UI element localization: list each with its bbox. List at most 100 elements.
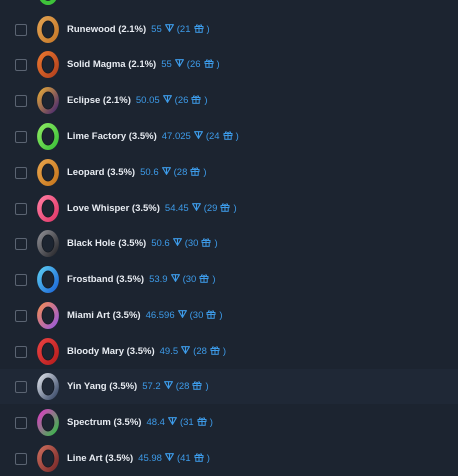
list-item[interactable]: Line Art (3.5%) 45.98(41) [0, 441, 458, 476]
list-item[interactable]: Black Hole (3.5%) 50.6(30) [0, 226, 458, 261]
item-name: Solid Magma (2.1%) [67, 59, 157, 70]
list-item[interactable]: Frostband (3.5%) 53.9(30) [0, 262, 458, 297]
gift-icon [210, 345, 220, 358]
ton-diamond-icon [167, 417, 177, 428]
gift-icon [191, 94, 201, 107]
item-text: Runewood (2.1%) 55(21) [67, 23, 210, 36]
list-item[interactable]: Miami Art (3.5%) 46.596(30) [0, 298, 458, 333]
item-name: Runewood (2.1%) [67, 24, 147, 35]
item-price: 49.5 [159, 346, 179, 357]
item-name: Yin Yang (3.5%) [67, 381, 138, 392]
item-name: Miami Art (3.5%) [67, 310, 141, 321]
list-item[interactable]: Runewood (2.1%) 55(21) [0, 12, 458, 47]
select-checkbox[interactable] [15, 23, 27, 36]
paren-close: ) [203, 167, 207, 178]
select-checkbox[interactable] [15, 452, 27, 465]
select-checkbox[interactable] [15, 130, 27, 143]
list-item[interactable]: Leopard (3.5%) 50.6(28) [0, 155, 458, 190]
item-price: 55 [161, 59, 172, 70]
item-price: 50.05 [135, 95, 160, 106]
select-checkbox[interactable] [15, 345, 27, 358]
paren-close: ) [206, 24, 210, 35]
ton-diamond-icon [193, 131, 203, 142]
list-item[interactable]: Eclipse (2.1%) 50.05(26) [0, 83, 458, 118]
ton-diamond-icon [177, 310, 187, 321]
item-count: 30 [192, 310, 204, 321]
item-count: 28 [196, 346, 207, 357]
ton-diamond-icon [174, 59, 184, 70]
item-count: 28 [178, 381, 190, 392]
select-checkbox[interactable] [15, 416, 27, 429]
item-name: Eclipse (2.1%) [67, 95, 131, 106]
item-name: Line Art (3.5%) [67, 453, 134, 464]
ring-icon [37, 266, 59, 293]
ring-icon [37, 195, 59, 222]
list-item[interactable]: Spectrum (3.5%) 48.4(31) [0, 405, 458, 440]
ring-icon [37, 409, 59, 436]
list-item[interactable]: Yin Yang (3.5%) 57.2(28) [0, 369, 458, 404]
item-name: Black Hole (3.5%) [67, 238, 147, 249]
select-checkbox[interactable] [15, 166, 27, 179]
ring-icon [37, 230, 59, 257]
select-checkbox[interactable] [15, 273, 27, 286]
gift-icon [194, 23, 204, 36]
select-checkbox[interactable] [15, 202, 27, 215]
gift-icon [206, 309, 216, 322]
ton-diamond-icon [191, 203, 201, 214]
select-checkbox[interactable] [15, 237, 27, 250]
list-item[interactable]: Bloody Mary (3.5%) 49.5(28) [0, 334, 458, 369]
list-item[interactable]: Lime Factory (3.5%) 47.025(24) [0, 119, 458, 154]
item-name: Frostband (3.5%) [67, 274, 145, 285]
item-text: Frostband (3.5%) 53.9(30) [67, 273, 215, 286]
item-text: Spectrum (3.5%) 48.4(31) [67, 416, 213, 429]
item-price: 57.2 [142, 381, 161, 392]
gift-icon [194, 452, 204, 465]
ton-diamond-icon [165, 453, 174, 464]
paren-close: ) [235, 131, 239, 142]
item-price: 53.9 [149, 274, 168, 285]
ton-diamond-icon [172, 238, 182, 249]
item-count: 28 [176, 167, 188, 178]
select-checkbox[interactable] [15, 94, 27, 107]
item-price: 50.6 [140, 167, 159, 178]
item-text: Solid Magma (2.1%) 55(26) [67, 58, 220, 71]
list-item[interactable]: Love Whisper (3.5%) 54.45(29) [0, 191, 458, 226]
select-checkbox[interactable] [15, 309, 27, 322]
gift-icon [204, 58, 214, 71]
ring-icon [37, 338, 59, 365]
select-checkbox[interactable] [15, 58, 27, 71]
ton-diamond-icon [162, 95, 172, 106]
paren-close: ) [222, 346, 227, 357]
ton-diamond-icon [170, 274, 180, 285]
list-item[interactable]: Solid Magma (2.1%) 55(26) [0, 47, 458, 82]
ton-diamond-icon [161, 167, 171, 178]
select-checkbox[interactable] [15, 380, 27, 393]
gift-icon [197, 416, 207, 429]
paren-close: ) [206, 453, 210, 464]
gift-icon [192, 380, 202, 393]
ring-icon [37, 445, 59, 472]
paren-close: ) [219, 310, 223, 321]
item-name: Leopard (3.5%) [67, 167, 136, 178]
ring-icon [37, 373, 59, 400]
item-price: 55 [151, 24, 162, 35]
item-text: Lime Factory (3.5%) 47.025(24) [67, 130, 239, 143]
item-text: Bloody Mary (3.5%) 49.5(28) [67, 345, 226, 358]
ring-icon [37, 123, 59, 150]
item-text: Leopard (3.5%) 50.6(28) [67, 166, 207, 179]
gift-icon [190, 166, 200, 179]
paren-close: ) [212, 274, 216, 285]
ton-diamond-icon [163, 381, 173, 392]
item-name: Lime Factory (3.5%) [67, 131, 157, 142]
ton-diamond-icon [181, 346, 191, 357]
item-text: Line Art (3.5%) 45.98(41) [67, 452, 210, 465]
item-count: 26 [189, 59, 201, 70]
ring-icon [37, 302, 59, 329]
ring-icon [37, 159, 59, 186]
gift-list: Runewood (2.1%) 55(21) Solid Magma (2.1%) 5… [0, 0, 458, 476]
item-text: Yin Yang (3.5%) 57.2(28) [67, 380, 209, 393]
item-price: 46.596 [145, 310, 175, 321]
item-count: 26 [177, 95, 189, 106]
item-price: 48.4 [146, 417, 165, 428]
ton-diamond-icon [164, 24, 174, 35]
